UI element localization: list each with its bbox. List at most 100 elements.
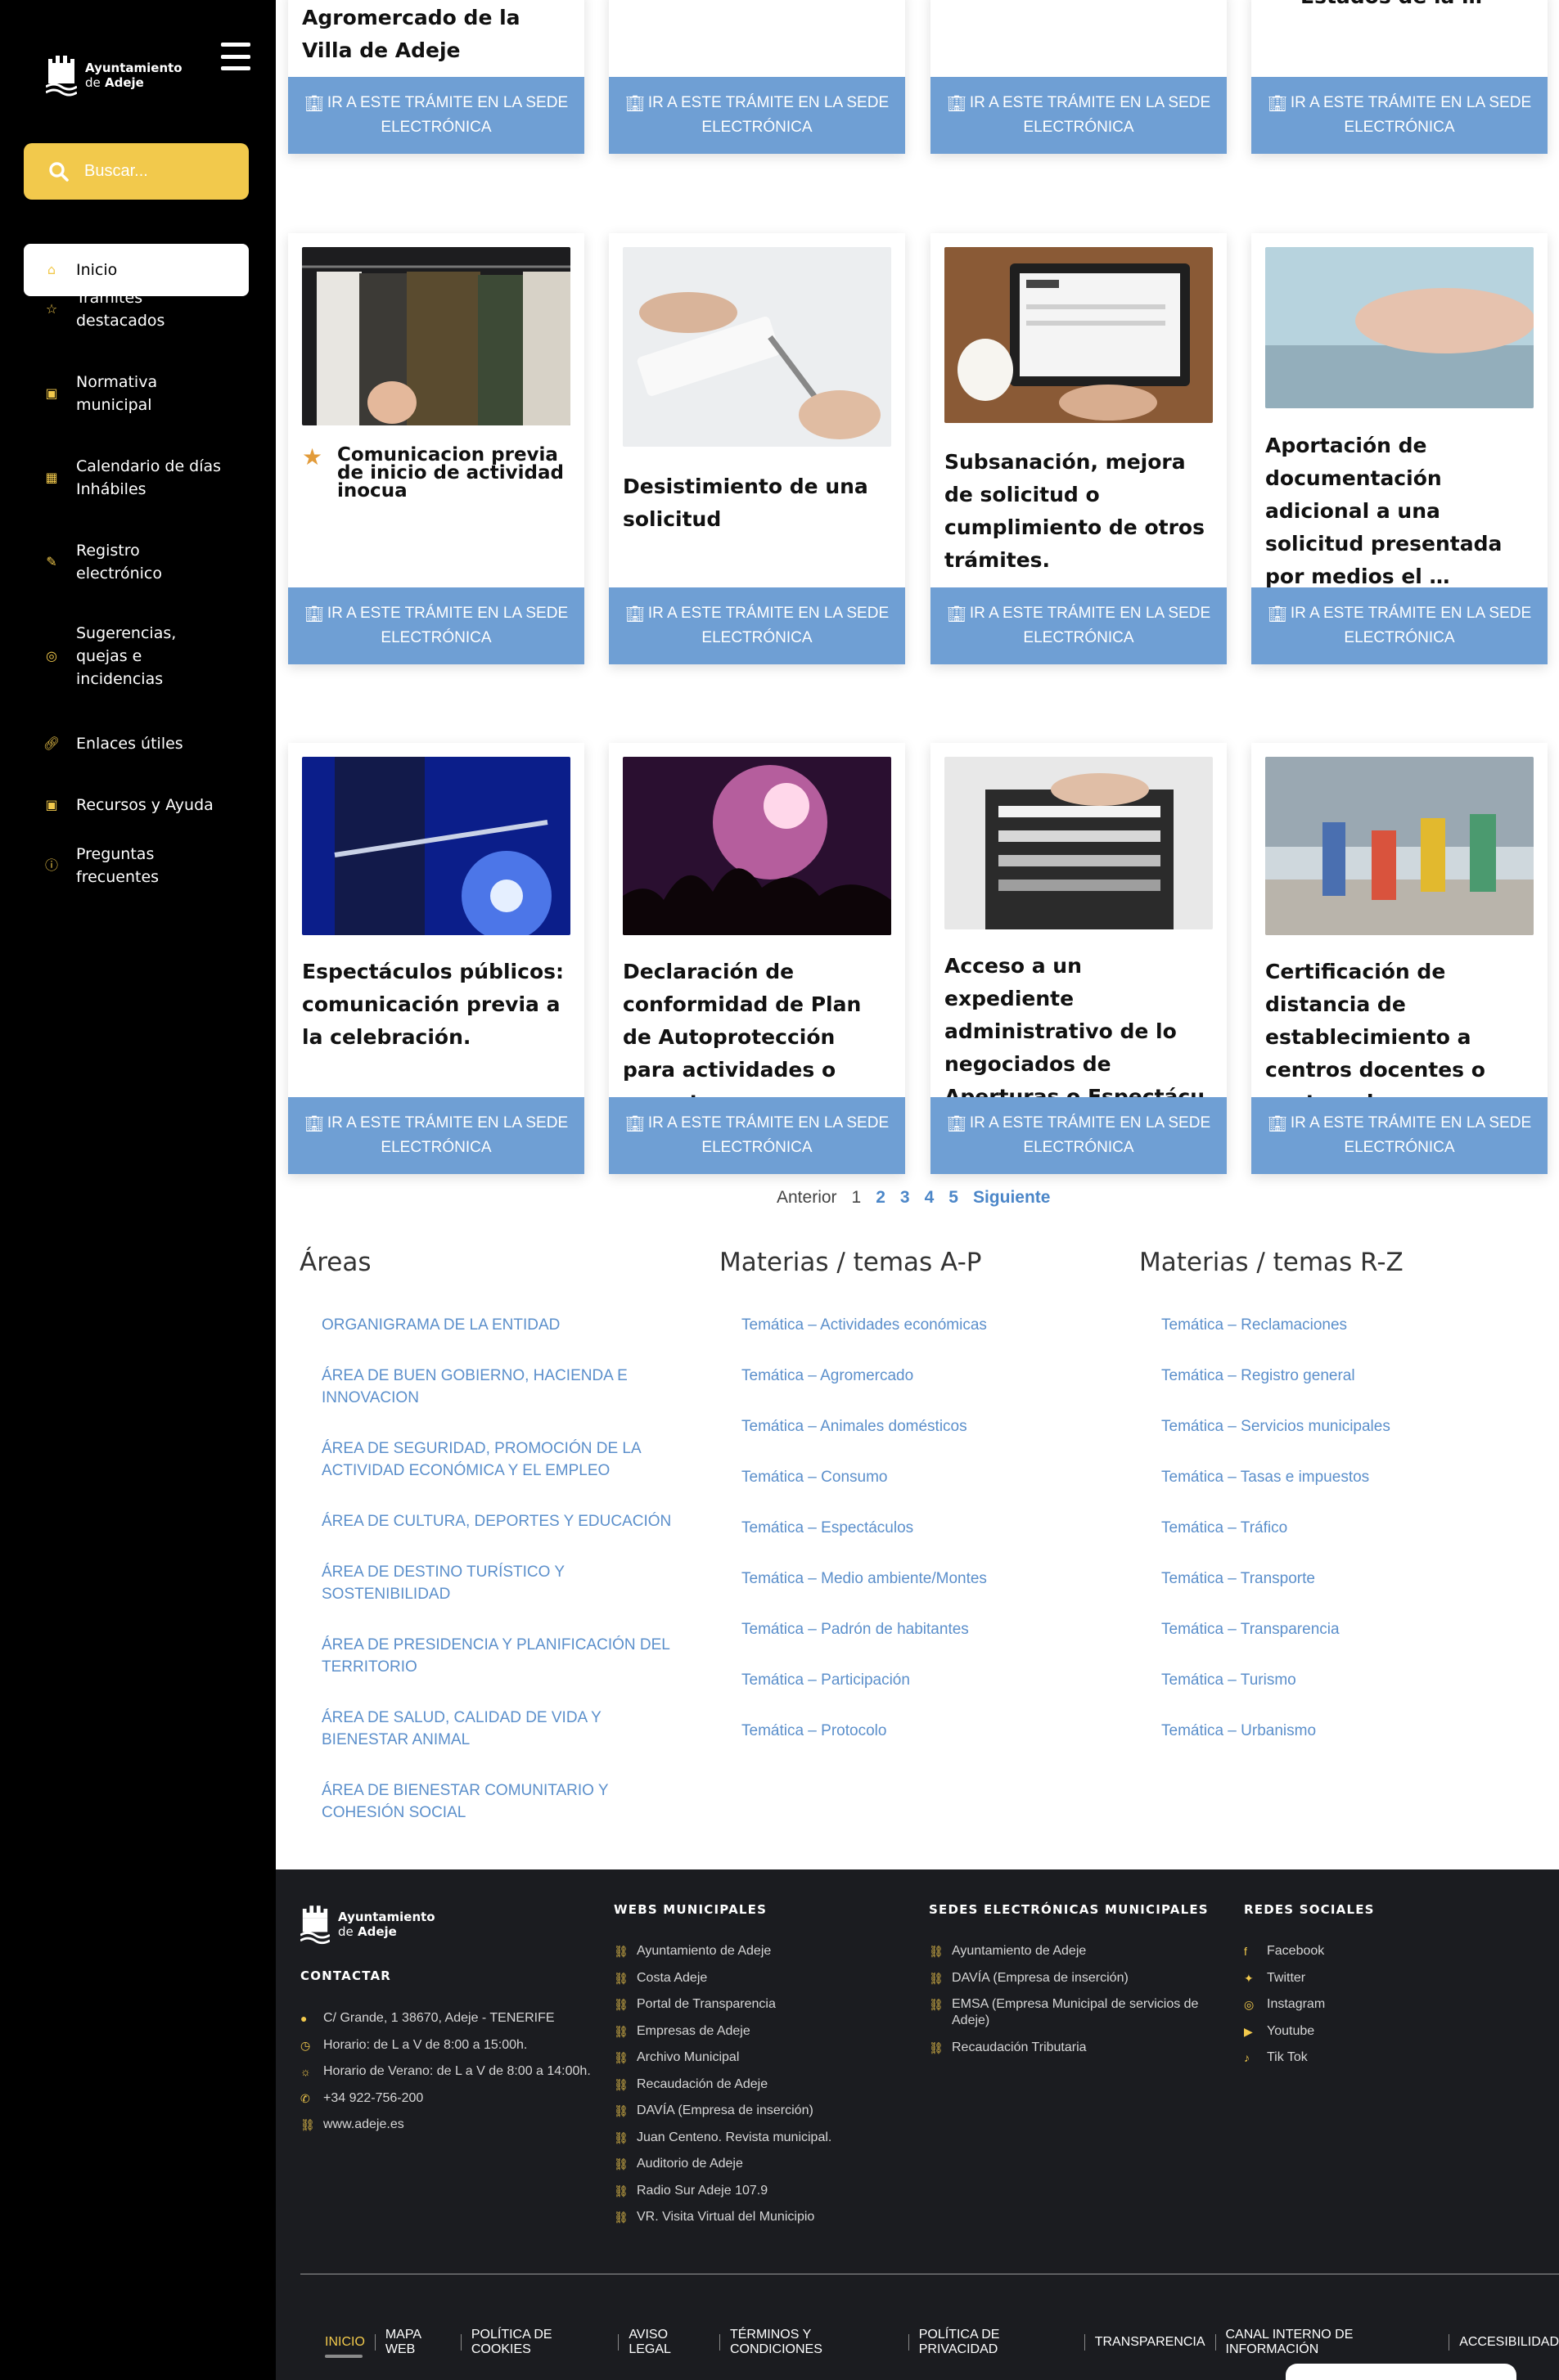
footer-link-cookies[interactable]: POLÍTICA DE COOKIES (471, 2328, 608, 2357)
tema-link[interactable]: Temática – Reclamaciones (1161, 1314, 1524, 1336)
area-link[interactable]: ÁREA DE DESTINO TURÍSTICO Y SOSTENIBILID… (322, 1561, 684, 1605)
area-link[interactable]: ÁREA DE SALUD, CALIDAD DE VIDA Y BIENEST… (322, 1707, 684, 1751)
tema-link[interactable]: Temática – Animales domésticos (741, 1415, 1104, 1437)
web-link[interactable]: ⛓︎ Juan Centeno. Revista municipal. (614, 2130, 908, 2146)
tramite-card[interactable]: Estados de la … 🏢︎IR A ESTE TRÁMITE EN L… (1251, 0, 1548, 154)
sede-link[interactable]: ⛓︎ Recaudación Tributaria (929, 2040, 1232, 2056)
sede-link-button[interactable]: 🏢︎ IR A ESTE TRÁMITE EN LA SEDE ELECTRÓNI… (609, 1097, 905, 1174)
sede-link-button[interactable]: 🏢︎ IR A ESTE TRÁMITE EN LA SEDE ELECTRÓNI… (288, 587, 584, 664)
tramite-card[interactable]: Certificación de distancia de establecim… (1251, 743, 1548, 1174)
tema-link[interactable]: Temática – Tasas e impuestos (1161, 1466, 1524, 1488)
floating-widget-tab[interactable] (1286, 2364, 1516, 2380)
sede-link-button[interactable]: 🏢︎ IR A ESTE TRÁMITE EN LA SEDE ELECTRÓNI… (930, 77, 1227, 154)
pagination-page[interactable]: 2 (876, 1188, 885, 1208)
tema-link[interactable]: Temática – Turismo (1161, 1669, 1524, 1691)
footer-link-mapa-web[interactable]: MAPA WEB (385, 2328, 451, 2357)
tema-link[interactable]: Temática – Registro general (1161, 1365, 1524, 1387)
footer-link-accesibilidad[interactable]: ACCESIBILIDAD (1459, 2335, 1559, 2350)
tema-link[interactable]: Temática – Protocolo (741, 1720, 1104, 1742)
sidebar-item-sugerencias[interactable]: ◎ Sugerencias, quejas e incidencias (24, 620, 212, 692)
tema-link[interactable]: Temática – Urbanismo (1161, 1720, 1524, 1742)
footer-link-inicio[interactable]: INICIO (325, 2335, 365, 2350)
sede-link[interactable]: ⛓︎ DAVÍA (Empresa de inserción) (929, 1970, 1232, 1986)
tramite-card[interactable]: Desistimiento de una solicitud 🏢︎ IR A ES… (609, 233, 905, 664)
tramite-card[interactable]: ★ Comunicacion previa de inicio de activ… (288, 233, 584, 664)
sidebar-item-normativa[interactable]: ▣ Normativa municipal (24, 367, 212, 420)
tema-link[interactable]: Temática – Agromercado (741, 1365, 1104, 1387)
sidebar-item-enlaces[interactable]: 🔗︎ Enlaces útiles (24, 727, 237, 760)
site-logo[interactable]: Ayuntamiento de Adeje (46, 52, 182, 98)
web-link[interactable]: ⛓︎ Empresas de Adeje (614, 2023, 908, 2040)
web-link[interactable]: ⛓︎ Ayuntamiento de Adeje (614, 1943, 908, 1959)
social-tiktok[interactable]: ♪ Tik Tok (1244, 2049, 1489, 2066)
web-link[interactable]: ⛓︎ VR. Visita Virtual del Municipio (614, 2209, 908, 2225)
tramite-card[interactable]: Subsanación, mejora de solicitud o cumpl… (930, 233, 1227, 664)
area-link[interactable]: ORGANIGRAMA DE LA ENTIDAD (322, 1314, 684, 1336)
footer-link-transparencia[interactable]: TRANSPARENCIA (1095, 2335, 1205, 2350)
sede-link[interactable]: ⛓︎ EMSA (Empresa Municipal de servicios d… (929, 1996, 1232, 2029)
social-facebook[interactable]: f Facebook (1244, 1943, 1489, 1959)
sede-link[interactable]: ⛓︎ Ayuntamiento de Adeje (929, 1943, 1232, 1959)
sidebar-item-tramites[interactable]: ☆ Trámites destacados (24, 283, 228, 335)
pagination-page[interactable]: 3 (900, 1188, 910, 1208)
footer-link-canal-interno[interactable]: CANAL INTERNO DE INFORMACIÓN (1226, 2328, 1440, 2357)
footer-link-privacidad[interactable]: POLÍTICA DE PRIVACIDAD (919, 2328, 1075, 2357)
sidebar-item-preguntas[interactable]: ⓘ Preguntas frecuentes (24, 839, 196, 892)
area-link[interactable]: ÁREA DE SEGURIDAD, PROMOCIÓN DE LA ACTIV… (322, 1437, 684, 1482)
sidebar-item-calendario[interactable]: ▦ Calendario de días Inhábiles (24, 452, 245, 504)
social-youtube[interactable]: ▶ Youtube (1244, 2023, 1489, 2040)
tema-link[interactable]: Temática – Transparencia (1161, 1618, 1524, 1640)
pagination-page[interactable]: 4 (925, 1188, 935, 1208)
sidebar-item-registro[interactable]: ✎ Registro electrónico (24, 536, 212, 588)
tema-link[interactable]: Temática – Padrón de habitantes (741, 1618, 1104, 1640)
web-link[interactable]: ⛓︎ Archivo Municipal (614, 2049, 908, 2066)
footer-logo[interactable]: Ayuntamiento de Adeje (300, 1902, 435, 1946)
area-link[interactable]: ÁREA DE PRESIDENCIA Y PLANIFICACIÓN DEL … (322, 1634, 684, 1678)
web-link[interactable]: ⛓︎ Portal de Transparencia (614, 1996, 908, 2013)
area-link[interactable]: ÁREA DE BUEN GOBIERNO, HACIENDA E INNOVA… (322, 1365, 684, 1409)
tema-link[interactable]: Temática – Actividades económicas (741, 1314, 1104, 1336)
tema-link[interactable]: Temática – Servicios municipales (1161, 1415, 1524, 1437)
tema-link[interactable]: Temática – Participación (741, 1669, 1104, 1691)
tramite-card[interactable]: Declaración de conformidad de Plan de Au… (609, 743, 905, 1174)
area-link[interactable]: ÁREA DE BIENESTAR COMUNITARIO Y COHESIÓN… (322, 1779, 684, 1824)
sede-link-button[interactable]: 🏢︎ IR A ESTE TRÁMITE EN LA SEDE ELECTRÓNI… (1251, 587, 1548, 664)
contact-phone[interactable]: ✆ +34 922-756-200 (300, 2090, 595, 2107)
tramite-card[interactable]: Acceso a un expediente administrativo de… (930, 743, 1227, 1174)
tema-link[interactable]: Temática – Tráfico (1161, 1517, 1524, 1539)
sede-link-button[interactable]: 🏢︎ IR A ESTE TRÁMITE EN LA SEDE ELECTRÓNI… (930, 587, 1227, 664)
sede-link-button[interactable]: 🏢︎ IR A ESTE TRÁMITE EN LA SEDE ELECTRÓNI… (1251, 77, 1548, 154)
web-link[interactable]: ⛓︎ Auditorio de Adeje (614, 2156, 908, 2172)
tramite-card[interactable]: Agromercado de la Villa de Adeje 🏢︎ IR A … (288, 0, 584, 154)
tramite-card[interactable]: 🏢︎ IR A ESTE TRÁMITE EN LA SEDE ELECTRÓNI… (609, 0, 905, 154)
tema-link[interactable]: Temática – Medio ambiente/Montes (741, 1568, 1104, 1590)
search-input[interactable] (84, 162, 248, 181)
footer-link-aviso-legal[interactable]: AVISO LEGAL (629, 2328, 710, 2357)
tramite-card[interactable]: Aportación de documentación adicional a … (1251, 233, 1548, 664)
pagination-page[interactable]: 5 (948, 1188, 958, 1208)
tema-link[interactable]: Temática – Transporte (1161, 1568, 1524, 1590)
sede-link-button[interactable]: 🏢︎ IR A ESTE TRÁMITE EN LA SEDE ELECTRÓNI… (288, 77, 584, 154)
web-link[interactable]: ⛓︎ Radio Sur Adeje 107.9 (614, 2183, 908, 2199)
tramite-card[interactable]: Espectáculos públicos: comunicación prev… (288, 743, 584, 1174)
sede-link-button[interactable]: 🏢︎ IR A ESTE TRÁMITE EN LA SEDE ELECTRÓNI… (288, 1097, 584, 1174)
tema-link[interactable]: Temática – Consumo (741, 1466, 1104, 1488)
sede-link-button[interactable]: 🏢︎ IR A ESTE TRÁMITE EN LA SEDE ELECTRÓNI… (609, 77, 905, 154)
footer-link-terminos[interactable]: TÉRMINOS Y CONDICIONES (730, 2328, 899, 2357)
social-twitter[interactable]: ✦ Twitter (1244, 1970, 1489, 1986)
search-box[interactable] (24, 143, 249, 200)
area-link[interactable]: ÁREA DE CULTURA, DEPORTES Y EDUCACIÓN (322, 1510, 684, 1532)
social-instagram[interactable]: ◎ Instagram (1244, 1996, 1489, 2013)
pagination-next[interactable]: Siguiente (973, 1188, 1051, 1208)
web-link[interactable]: ⛓︎ Recaudación de Adeje (614, 2076, 908, 2093)
menu-toggle-button[interactable] (221, 43, 250, 70)
sede-link-button[interactable]: 🏢︎ IR A ESTE TRÁMITE EN LA SEDE ELECTRÓNI… (930, 1097, 1227, 1174)
tramite-card[interactable]: 🏢︎ IR A ESTE TRÁMITE EN LA SEDE ELECTRÓNI… (930, 0, 1227, 154)
contact-website[interactable]: ⛓︎ www.adeje.es (300, 2117, 595, 2133)
web-link[interactable]: ⛓︎ Costa Adeje (614, 1970, 908, 1986)
sede-link-button[interactable]: 🏢︎ IR A ESTE TRÁMITE EN LA SEDE ELECTRÓNI… (609, 587, 905, 664)
sidebar-item-recursos[interactable]: ▣ Recursos y Ayuda (24, 789, 237, 821)
tema-link[interactable]: Temática – Espectáculos (741, 1517, 1104, 1539)
sede-link-button[interactable]: 🏢︎ IR A ESTE TRÁMITE EN LA SEDE ELECTRÓNI… (1251, 1097, 1548, 1174)
web-link[interactable]: ⛓︎ DAVÍA (Empresa de inserción) (614, 2103, 908, 2119)
